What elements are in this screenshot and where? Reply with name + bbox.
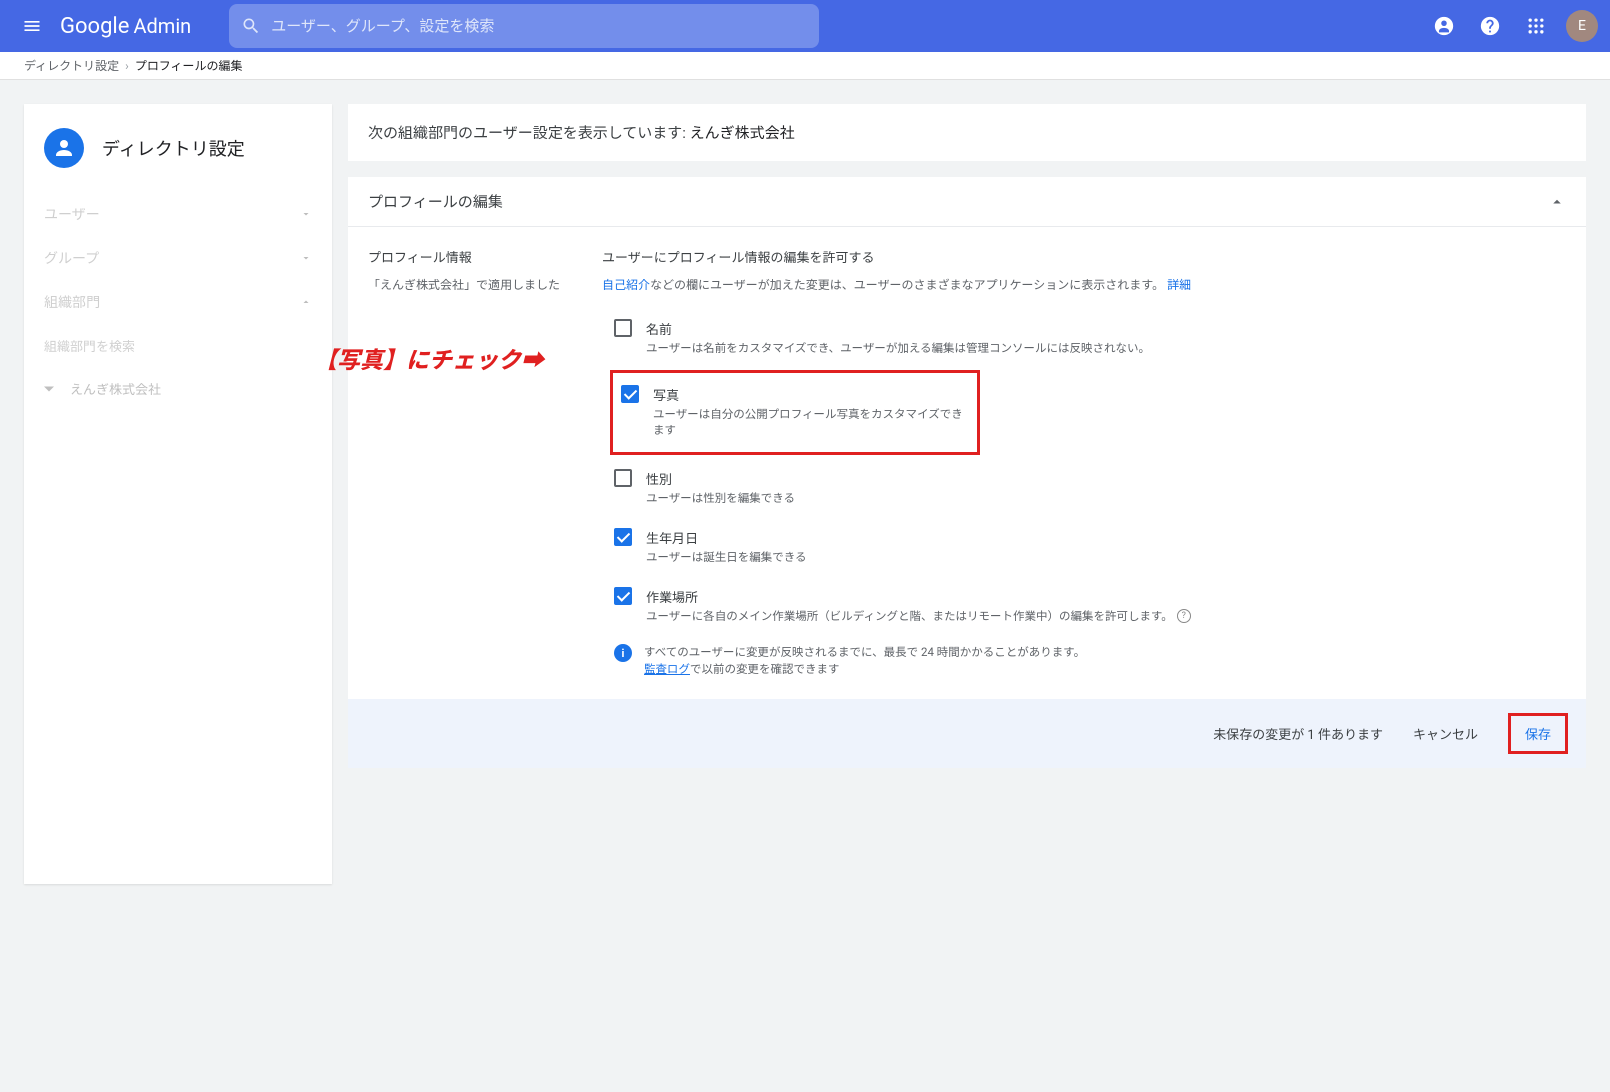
breadcrumb-separator: › [125, 59, 129, 73]
sidebar-title: ディレクトリ設定 [102, 135, 245, 161]
chevron-down-icon [300, 252, 312, 264]
check-label: 性別 [646, 469, 795, 488]
breadcrumb-current: プロフィールの編集 [135, 57, 243, 74]
check-row-work-location: 作業場所 ユーザーに各自のメイン作業場所（ビルディングと階、またはリモート作業中… [602, 579, 1566, 638]
sidebar: ディレクトリ設定 ユーザー グループ 組織部門 組織部門を検索 えんぎ株式会社 [24, 104, 332, 884]
person-icon [44, 128, 84, 168]
chevron-up-icon [300, 296, 312, 308]
sidebar-header: ディレクトリ設定 [24, 104, 332, 192]
logo-admin-text: Admin [133, 14, 191, 38]
info-text: すべてのユーザーに変更が反映されるまでに、最長で 24 時間かかることがあります… [644, 644, 1085, 679]
sidebar-item-users[interactable]: ユーザー [24, 192, 332, 236]
panel-title: プロフィールの編集 [368, 191, 503, 212]
sidebar-item-groups[interactable]: グループ [24, 236, 332, 280]
check-desc: ユーザーは名前をカスタマイズでき、ユーザーが加える編集は管理コンソールには反映さ… [646, 340, 1150, 356]
checkbox-birthday[interactable] [614, 528, 632, 546]
apps-grid-icon[interactable] [1520, 10, 1552, 42]
detail-link[interactable]: 詳細 [1167, 278, 1191, 292]
header-icons: E [1428, 10, 1598, 42]
search-input[interactable] [271, 18, 807, 35]
checkbox-gender[interactable] [614, 469, 632, 487]
highlight-box-save: 保存 [1508, 713, 1568, 754]
check-label: 写真 [653, 385, 971, 404]
unsaved-changes-text: 未保存の変更が 1 件あります [1213, 724, 1383, 743]
ou-search-placeholder[interactable]: 組織部門を検索 [24, 324, 332, 367]
self-intro-link[interactable]: 自己紹介 [602, 278, 650, 292]
breadcrumb-parent[interactable]: ディレクトリ設定 [24, 57, 119, 74]
info-icon: i [614, 644, 632, 662]
breadcrumb: ディレクトリ設定 › プロフィールの編集 [0, 52, 1610, 80]
check-desc: ユーザーに各自のメイン作業場所（ビルディングと階、またはリモート作業中）の編集を… [646, 608, 1191, 624]
check-row-name: 名前 ユーザーは名前をカスタマイズでき、ユーザーが加える編集は管理コンソールには… [602, 311, 1566, 370]
org-bar-prefix: 次の組織部門のユーザー設定を表示しています: [368, 124, 690, 142]
checkbox-name[interactable] [614, 319, 632, 337]
section-description: 自己紹介などの欄にユーザーが加えた変更は、ユーザーのさまざまなアプリケーションに… [602, 276, 1566, 293]
search-icon [241, 16, 261, 36]
info-row: i すべてのユーザーに変更が反映されるまでに、最長で 24 時間かかることがあり… [602, 638, 1566, 679]
checkbox-work-location[interactable] [614, 587, 632, 605]
panel-right-column: ユーザーにプロフィール情報の編集を許可する 自己紹介などの欄にユーザーが加えた変… [602, 247, 1566, 679]
checkbox-photo[interactable] [621, 385, 639, 403]
desc-rest: などの欄にユーザーが加えた変更は、ユーザーのさまざまなアプリケーションに表示され… [650, 278, 1164, 292]
audit-log-link[interactable]: 監査ログ [644, 662, 690, 676]
search-box[interactable] [229, 4, 819, 48]
hamburger-menu-icon[interactable] [12, 6, 52, 46]
logo-google-text: Google [60, 14, 129, 39]
panel-footer: 未保存の変更が 1 件あります キャンセル 保存 [348, 699, 1586, 768]
check-label: 名前 [646, 319, 1150, 338]
check-row-photo: 写真 ユーザーは自分の公開プロフィール写真をカスタマイズできます [619, 377, 971, 452]
panel-header[interactable]: プロフィールの編集 [348, 177, 1586, 227]
highlight-box-photo: 写真 ユーザーは自分の公開プロフィール写真をカスタマイズできます [610, 370, 980, 455]
annotation-callout: 【写真】にチェック➡ [314, 341, 544, 375]
check-desc: ユーザーは誕生日を編集できる [646, 549, 807, 565]
applied-at-text: 「えんぎ株式会社」で適用しました [368, 276, 578, 293]
panel-left-column: プロフィール情報 「えんぎ株式会社」で適用しました [368, 247, 578, 679]
save-button[interactable]: 保存 [1511, 718, 1565, 749]
section-title: ユーザーにプロフィール情報の編集を許可する [602, 247, 1566, 266]
left-col-title: プロフィール情報 [368, 247, 578, 266]
check-label: 作業場所 [646, 587, 1191, 606]
sidebar-item-label: ユーザー [44, 204, 100, 224]
sidebar-item-label: 組織部門 [44, 292, 100, 312]
check-label: 生年月日 [646, 528, 807, 547]
chevron-down-icon [300, 208, 312, 220]
google-admin-logo[interactable]: Google Admin [60, 14, 191, 39]
main-content: 【写真】にチェック➡ 次の組織部門のユーザー設定を表示しています: えんぎ株式会… [348, 104, 1586, 768]
profile-edit-panel: プロフィールの編集 プロフィール情報 「えんぎ株式会社」で適用しました ユーザー… [348, 177, 1586, 768]
help-tooltip-icon[interactable]: ? [1177, 609, 1191, 623]
check-row-birthday: 生年月日 ユーザーは誕生日を編集できる [602, 520, 1566, 579]
org-bar: 次の組織部門のユーザー設定を表示しています: えんぎ株式会社 [348, 104, 1586, 161]
sidebar-item-org-units[interactable]: 組織部門 [24, 280, 332, 324]
check-desc: ユーザーは自分の公開プロフィール写真をカスタマイズできます [653, 406, 971, 438]
cancel-button[interactable]: キャンセル [1403, 718, 1488, 749]
chevron-up-icon [1548, 193, 1566, 211]
app-header: Google Admin E [0, 0, 1610, 52]
sidebar-item-label: グループ [44, 248, 99, 268]
help-icon[interactable] [1474, 10, 1506, 42]
sidebar-org-item[interactable]: えんぎ株式会社 [24, 367, 332, 410]
account-status-icon[interactable] [1428, 10, 1460, 42]
org-bar-name: えんぎ株式会社 [690, 124, 795, 142]
check-row-gender: 性別 ユーザーは性別を編集できる [602, 461, 1566, 520]
user-avatar[interactable]: E [1566, 10, 1598, 42]
check-desc: ユーザーは性別を編集できる [646, 490, 795, 506]
